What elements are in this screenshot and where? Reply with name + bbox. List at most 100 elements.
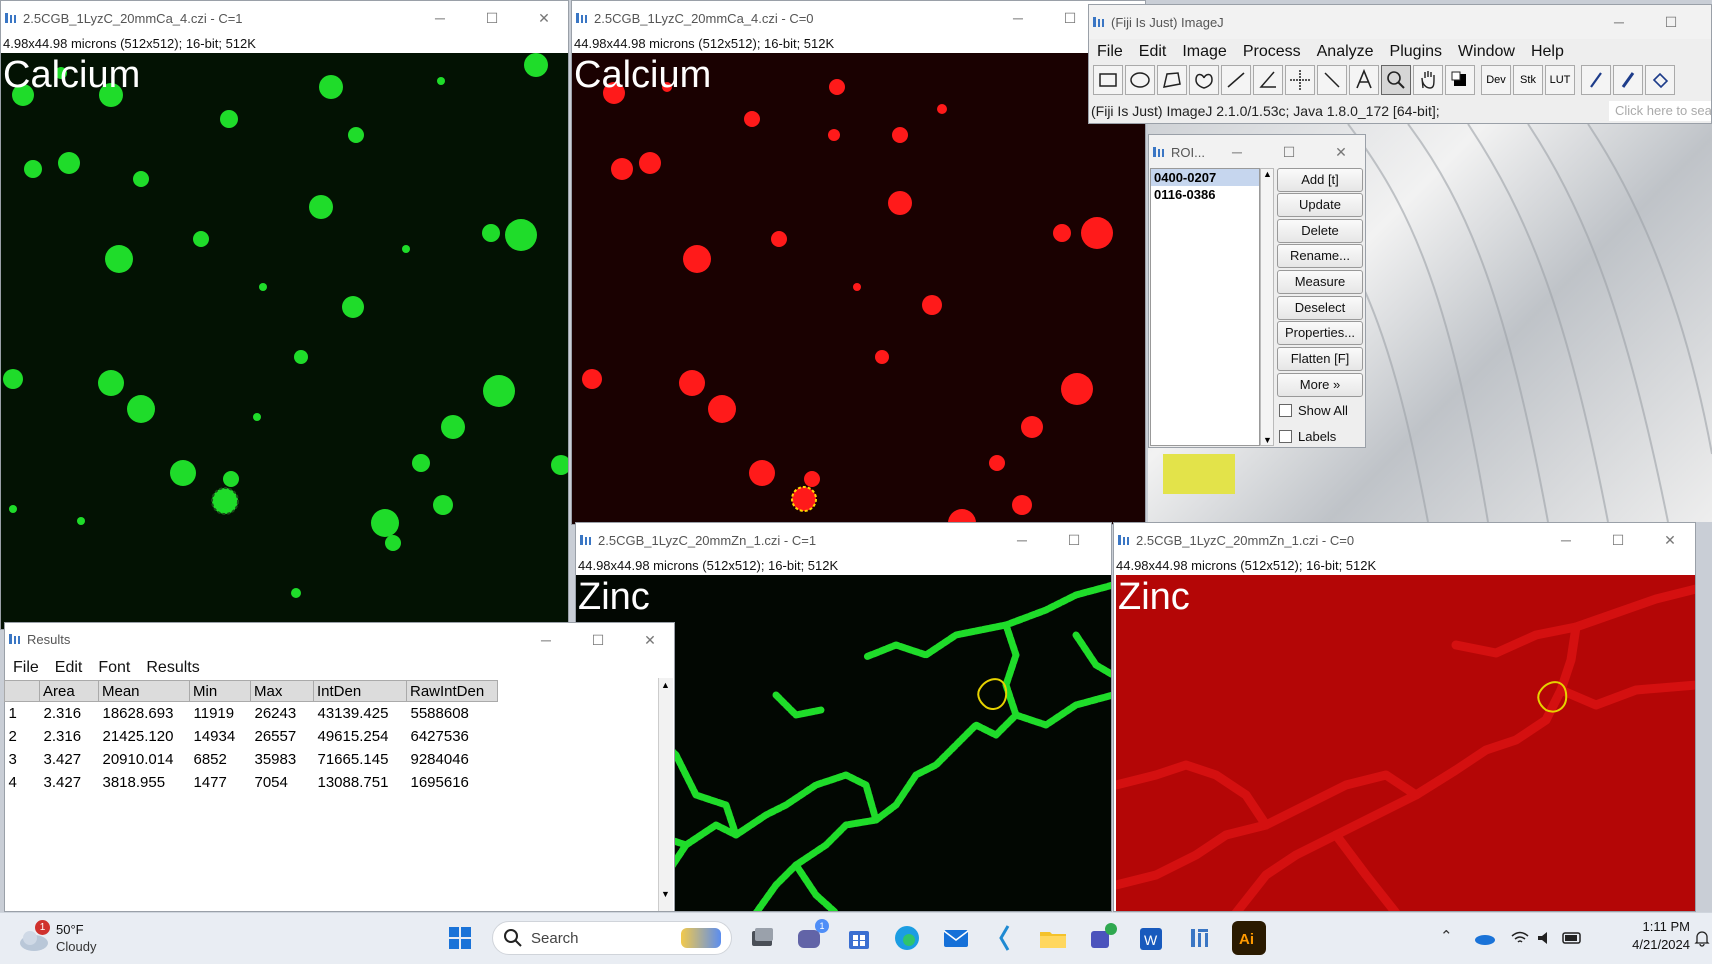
window-titlebar[interactable]: 2.5CGB_1LyzC_20mmZn_1.czi - C=0 ─ ☐ ✕ [1114,523,1695,557]
checkbox-box[interactable] [1279,404,1292,417]
store-icon[interactable] [842,921,876,955]
window-titlebar[interactable]: 2.5CGB_1LyzC_20mmZn_1.czi - C=1 ─ ☐ [576,523,1111,557]
column-header[interactable]: Max [250,680,314,702]
maximize-icon[interactable]: ☐ [1592,532,1644,549]
results-table[interactable]: Area Mean Min Max IntDen RawIntDen 1 2.31… [4,680,498,794]
close-icon[interactable]: ✕ [1315,144,1365,161]
roi-outline[interactable] [977,678,1008,710]
column-header[interactable]: RawIntDen [406,680,498,702]
maximize-icon[interactable]: ☐ [1048,532,1100,549]
menu-help[interactable]: Help [1523,43,1572,61]
column-header[interactable]: Min [189,680,251,702]
search-field[interactable]: Click here to sea [1609,101,1711,121]
close-icon[interactable]: ✕ [624,632,674,649]
hand-tool-icon[interactable] [1413,65,1443,95]
window-titlebar[interactable]: 2.5CGB_1LyzC_20mmCa_4.czi - C=1 ─ ☐ ✕ [1,1,568,35]
minimize-icon[interactable]: ─ [992,10,1044,26]
roi-selection-circle[interactable] [791,486,817,512]
flood-fill-tool-icon[interactable] [1645,65,1675,95]
dev-menu-icon[interactable]: Dev [1481,65,1511,95]
angle-tool-icon[interactable] [1253,65,1283,95]
start-icon[interactable] [443,921,477,955]
zinc-red-window[interactable]: 2.5CGB_1LyzC_20mmZn_1.czi - C=0 ─ ☐ ✕ 44.9… [1113,522,1696,912]
pencil-tool-icon[interactable] [1581,65,1611,95]
menu-analyze[interactable]: Analyze [1309,43,1382,61]
fiji-app-icon[interactable] [1183,921,1217,955]
teams-icon[interactable] [1085,921,1119,955]
line-tool-icon[interactable] [1221,65,1251,95]
column-header[interactable]: IntDen [313,680,407,702]
text-tool-icon[interactable] [1349,65,1379,95]
color-picker-icon[interactable] [1445,65,1475,95]
calcium-green-image[interactable]: Calcium [1,53,568,629]
minimize-icon[interactable]: ─ [520,632,572,648]
teams-chat-icon[interactable]: 1 [793,919,829,955]
polygon-tool-icon[interactable] [1157,65,1187,95]
minimize-icon[interactable]: ─ [996,532,1048,548]
mail-icon[interactable] [939,921,973,955]
show-all-checkbox[interactable]: Show All [1279,403,1348,418]
scroll-up-icon[interactable]: ▲ [1263,169,1272,179]
minimize-icon[interactable]: ─ [1211,144,1263,160]
menu-results[interactable]: Results [138,659,207,677]
menu-plugins[interactable]: Plugins [1382,43,1450,61]
roi-more-button[interactable]: More » [1277,373,1363,397]
menu-window[interactable]: Window [1450,43,1523,61]
calcium-red-window[interactable]: 2.5CGB_1LyzC_20mmCa_4.czi - C=0 ─ ☐ 44.98… [571,0,1146,525]
minimize-icon[interactable]: ─ [414,10,466,26]
menu-image[interactable]: Image [1174,43,1234,61]
wand-tool-icon[interactable] [1317,65,1347,95]
illustrator-icon[interactable]: Ai [1232,921,1266,955]
word-icon[interactable]: W [1134,921,1168,955]
roi-list-scrollbar[interactable]: ▲ ▼ [1260,168,1274,446]
roi-update-button[interactable]: Update [1277,193,1363,217]
menu-process[interactable]: Process [1235,43,1309,61]
roi-selection-circle[interactable] [211,487,239,515]
roi-rename-button[interactable]: Rename... [1277,244,1363,268]
point-tool-icon[interactable] [1285,65,1315,95]
window-titlebar[interactable]: Results ─ ☐ ✕ [5,623,674,655]
roi-measure-button[interactable]: Measure [1277,270,1363,294]
volume-icon[interactable] [1536,930,1554,946]
menu-file[interactable]: File [5,659,47,677]
close-icon[interactable]: ✕ [518,10,568,27]
menu-edit[interactable]: Edit [47,659,91,677]
onedrive-icon[interactable] [1474,930,1496,946]
clock-time[interactable]: 1:11 PM [1610,919,1690,934]
vscode-icon[interactable] [988,921,1022,955]
weather-widget[interactable]: 1 50°F Cloudy [18,920,128,958]
freehand-tool-icon[interactable] [1189,65,1219,95]
file-explorer-icon[interactable] [1036,921,1070,955]
column-header[interactable] [4,680,40,702]
roi-flatten-button[interactable]: Flatten [F] [1277,347,1363,371]
rectangle-tool-icon[interactable] [1093,65,1123,95]
edge-icon[interactable] [890,921,924,955]
roi-properties-button[interactable]: Properties... [1277,321,1363,345]
scroll-down-icon[interactable]: ▼ [1263,435,1272,445]
table-row[interactable]: 3 3.427 20910.014 6852 35983 71665.145 9284046 [5,748,498,771]
taskbar-search[interactable]: Search [492,921,732,955]
chevron-up-icon[interactable]: ⌃ [1440,927,1453,945]
minimize-icon[interactable]: ─ [1593,14,1645,30]
scroll-down-icon[interactable]: ▼ [661,889,670,899]
calcium-green-window[interactable]: 2.5CGB_1LyzC_20mmCa_4.czi - C=1 ─ ☐ ✕ 4.98… [0,0,569,630]
maximize-icon[interactable]: ☐ [1263,144,1315,161]
results-scrollbar[interactable]: ▲ ▼ [658,678,673,911]
column-header[interactable]: Area [39,680,99,702]
window-titlebar[interactable]: 2.5CGB_1LyzC_20mmCa_4.czi - C=0 ─ ☐ [572,1,1145,35]
brush-tool-icon[interactable] [1613,65,1643,95]
close-icon[interactable]: ✕ [1644,532,1695,549]
menu-file[interactable]: File [1089,43,1131,61]
notification-bell-icon[interactable] [1693,929,1711,947]
roi-list[interactable]: 0400-0207 0116-0386 [1150,168,1260,446]
clock-date[interactable]: 4/21/2024 [1600,937,1690,952]
scroll-up-icon[interactable]: ▲ [661,680,670,690]
wifi-icon[interactable] [1510,930,1530,946]
maximize-icon[interactable]: ☐ [466,10,518,27]
stacks-menu-icon[interactable]: Stk [1513,65,1543,95]
imagej-main-window[interactable]: (Fiji Is Just) ImageJ ─ ☐ File Edit Image… [1088,4,1712,124]
window-titlebar[interactable]: (Fiji Is Just) ImageJ ─ ☐ [1089,5,1711,39]
menu-font[interactable]: Font [90,659,138,677]
minimize-icon[interactable]: ─ [1540,532,1592,548]
roi-add-button[interactable]: Add [t] [1277,168,1363,192]
